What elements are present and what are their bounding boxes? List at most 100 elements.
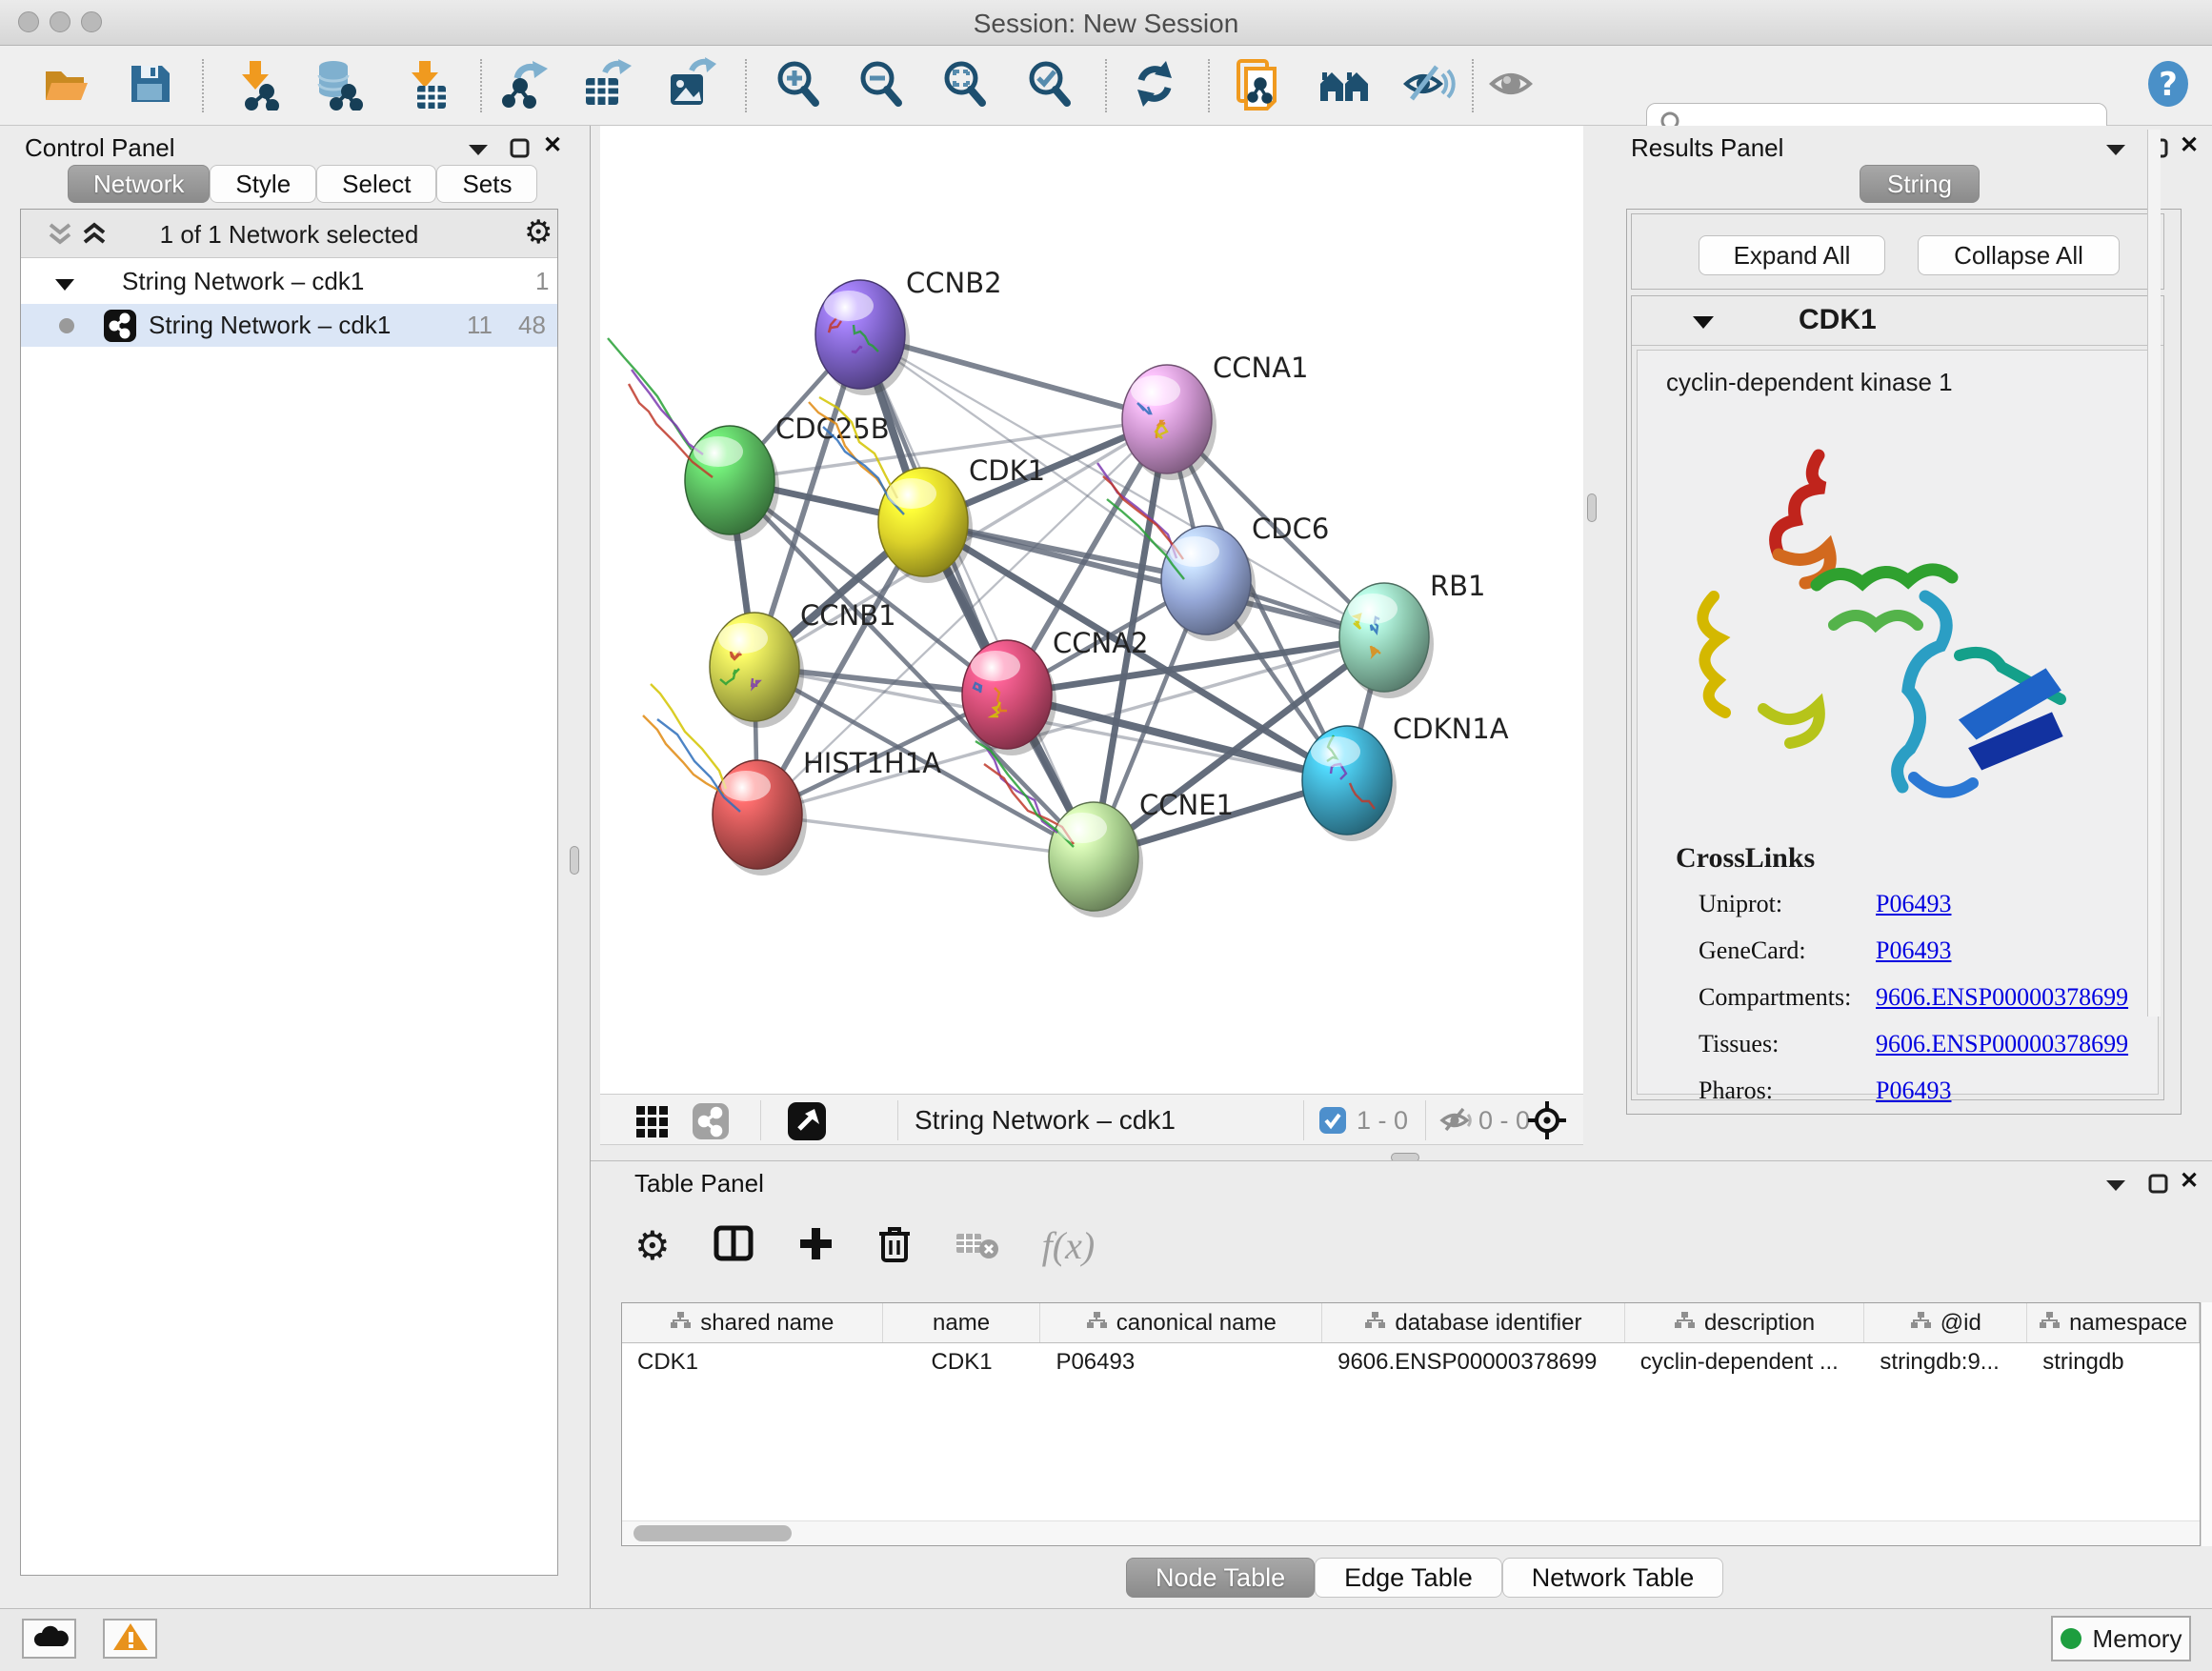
zoom-selected-button[interactable] — [1023, 59, 1076, 112]
zoom-fit-icon — [938, 57, 992, 115]
create-column-icon[interactable] — [796, 1224, 835, 1267]
network-column-icon — [1910, 1310, 1931, 1337]
tab-node-table[interactable]: Node Table — [1126, 1558, 1315, 1598]
maximize-panel-icon[interactable] — [509, 137, 532, 165]
cloud-status-button[interactable] — [22, 1619, 76, 1659]
section-collapse-icon[interactable] — [1691, 312, 1716, 337]
crosslink-link[interactable]: P06493 — [1876, 936, 1951, 965]
table-cell[interactable]: CDK1 — [883, 1343, 1041, 1381]
table-header-row[interactable]: shared namenamecanonical namedatabase id… — [622, 1303, 2200, 1343]
hidden-counts: 0 - 0 — [1478, 1106, 1530, 1136]
string-home-button[interactable] — [1318, 59, 1372, 112]
crosslink-link[interactable]: 9606.ENSP00000378699 — [1876, 983, 2128, 1012]
crosslink-link[interactable]: 9606.ENSP00000378699 — [1876, 1030, 2128, 1058]
float-panel-icon[interactable] — [466, 139, 491, 163]
save-icon — [124, 58, 175, 114]
string-documents-button[interactable] — [1231, 59, 1284, 112]
import-network-button[interactable] — [229, 59, 282, 112]
tab-network[interactable]: Network — [68, 165, 210, 203]
help-button[interactable]: ? — [2142, 59, 2195, 112]
crosslink-link[interactable]: P06493 — [1876, 890, 1951, 918]
column-header--id[interactable]: @id — [1864, 1303, 2027, 1342]
table-cell[interactable]: cyclin-dependent ... — [1625, 1343, 1865, 1381]
network-canvas[interactable]: CCNB2CCNA1CDC25BCDK1CDC6RB1CCNB1CCNA2CDK… — [600, 126, 1583, 1094]
network-node-cdkn1a[interactable]: CDKN1A — [1302, 713, 1509, 841]
toolbar-separator — [1425, 1100, 1426, 1140]
tab-edge-table[interactable]: Edge Table — [1315, 1558, 1502, 1598]
zoom-fit-button[interactable] — [938, 59, 992, 112]
table-hscrollbar-thumb[interactable] — [633, 1525, 792, 1541]
birds-eye-view-icon[interactable] — [787, 1101, 827, 1146]
selected-checkbox-icon[interactable] — [1318, 1106, 1347, 1139]
network-collection-row[interactable]: String Network – cdk1 1 — [21, 262, 557, 301]
table-cell[interactable]: 9606.ENSP00000378699 — [1322, 1343, 1625, 1381]
hide-panel-eye-button[interactable] — [1484, 59, 1538, 112]
share-view-icon[interactable] — [692, 1102, 730, 1145]
crosslink-row: Compartments:9606.ENSP00000378699 — [1699, 983, 2146, 1012]
enable-glass-effect-button[interactable] — [1401, 59, 1455, 112]
column-header-database-identifier[interactable]: database identifier — [1322, 1303, 1625, 1342]
right-splitter-handle[interactable] — [1587, 493, 1597, 522]
tree-expand-icon[interactable] — [53, 272, 76, 301]
export-image-button[interactable] — [663, 59, 716, 112]
tab-style[interactable]: Style — [210, 165, 316, 203]
table-hscrollbar-track[interactable] — [622, 1520, 2200, 1545]
tab-select[interactable]: Select — [316, 165, 436, 203]
results-scrollbar-track[interactable] — [2147, 130, 2161, 1017]
memory-button[interactable]: Memory — [2051, 1616, 2191, 1661]
left-splitter-handle[interactable] — [570, 846, 579, 875]
fit-selected-crosshair-icon[interactable] — [1526, 1099, 1568, 1146]
network-node-ccna1[interactable]: CCNA1 — [1122, 352, 1308, 480]
show-columns-icon[interactable] — [713, 1224, 754, 1267]
window-title: Session: New Session — [0, 9, 2212, 39]
table-cell[interactable]: P06493 — [1040, 1343, 1322, 1381]
network-node-hist1h1a[interactable]: HIST1H1A — [643, 684, 941, 876]
export-table-button[interactable] — [578, 59, 632, 112]
table-cell[interactable]: stringdb — [2027, 1343, 2200, 1381]
table-row[interactable]: CDK1CDK1P064939606.ENSP00000378699cyclin… — [622, 1343, 2200, 1381]
table-cell[interactable]: stringdb:9... — [1864, 1343, 2027, 1381]
refresh-view-button[interactable] — [1128, 59, 1181, 112]
network-node-rb1[interactable]: RB1 — [1339, 570, 1486, 698]
string-network-graph[interactable]: CCNB2CCNA1CDC25BCDK1CDC6RB1CCNB1CCNA2CDK… — [600, 126, 1583, 1094]
close-panel-icon[interactable]: ✕ — [2180, 1167, 2199, 1195]
maximize-panel-icon[interactable] — [2147, 1173, 2170, 1200]
open-session-button[interactable] — [38, 59, 91, 112]
table-cell[interactable]: CDK1 — [622, 1343, 883, 1381]
tab-network-table[interactable]: Network Table — [1502, 1558, 1724, 1598]
float-panel-icon[interactable] — [2103, 1175, 2128, 1198]
column-header-namespace[interactable]: namespace — [2027, 1303, 2200, 1342]
main-toolbar: ? — [0, 46, 2212, 126]
delete-column-icon[interactable] — [876, 1222, 913, 1269]
zoom-out-button[interactable] — [855, 59, 908, 112]
open-folder-icon — [39, 58, 90, 114]
hidden-eye-icon[interactable] — [1438, 1106, 1475, 1139]
crosslink-link[interactable]: P06493 — [1876, 1077, 1951, 1105]
column-header-name[interactable]: name — [883, 1303, 1041, 1342]
column-header-description[interactable]: description — [1625, 1303, 1865, 1342]
table-settings-gear-icon[interactable]: ⚙ — [634, 1222, 671, 1269]
warnings-button[interactable] — [103, 1619, 157, 1659]
network-list-box: 1 of 1 Network selected ⚙ String Network… — [20, 209, 558, 1576]
table-vscrollbar-lane — [2201, 1302, 2212, 1546]
help-icon: ? — [2142, 57, 2195, 115]
network-node-ccnb2[interactable]: CCNB2 — [815, 267, 1002, 395]
save-session-button[interactable] — [123, 59, 176, 112]
close-panel-icon[interactable]: ✕ — [2180, 131, 2199, 159]
cdk1-section-header[interactable]: CDK1 — [1632, 296, 2163, 346]
grid-view-icon[interactable] — [634, 1104, 669, 1143]
import-table-button[interactable] — [398, 59, 452, 112]
zoom-in-button[interactable] — [772, 59, 825, 112]
expand-all-button[interactable]: Expand All — [1699, 235, 1885, 275]
column-header-canonical-name[interactable]: canonical name — [1040, 1303, 1322, 1342]
close-panel-icon[interactable]: ✕ — [543, 131, 562, 159]
float-panel-icon[interactable] — [2103, 139, 2128, 163]
network-options-gear-icon[interactable]: ⚙ — [524, 213, 553, 252]
tab-sets[interactable]: Sets — [436, 165, 537, 203]
export-network-button[interactable] — [498, 59, 552, 112]
collapse-all-button[interactable]: Collapse All — [1918, 235, 2120, 275]
tab-string[interactable]: String — [1860, 165, 1980, 203]
network-row-selected[interactable]: String Network – cdk1 11 48 — [21, 304, 557, 347]
import-network-from-database-button[interactable] — [311, 59, 364, 112]
column-header-shared-name[interactable]: shared name — [622, 1303, 883, 1342]
